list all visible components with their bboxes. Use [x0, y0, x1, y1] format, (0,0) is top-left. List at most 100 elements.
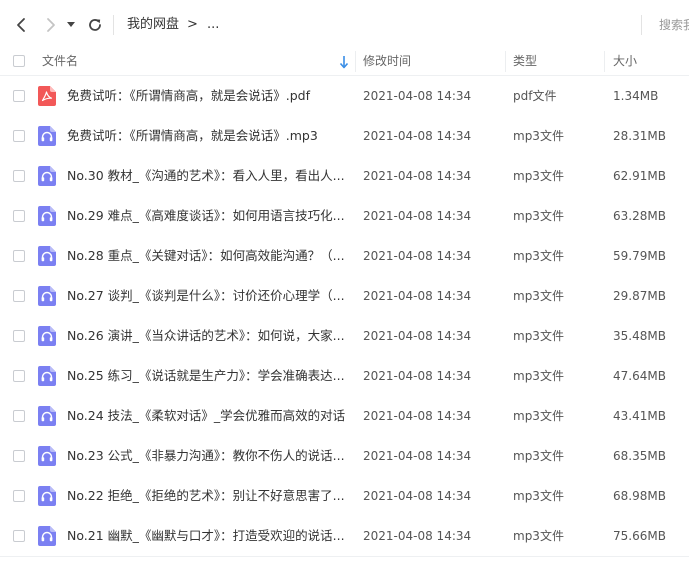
row-checkbox[interactable]: [13, 450, 25, 462]
file-size: 28.31MB: [613, 129, 666, 143]
file-type: mp3文件: [513, 129, 564, 143]
chevron-right-icon: [47, 18, 55, 32]
file-row[interactable]: No.22 拒绝_《拒绝的艺术》：别让不好意思害了... 2021-04-08 1…: [0, 476, 689, 516]
file-name[interactable]: No.23 公式_《非暴力沟通》：教你不伤人的说话...: [67, 436, 345, 476]
audio-icon: [38, 486, 56, 506]
caret-down-icon: [67, 22, 75, 27]
row-checkbox[interactable]: [13, 370, 25, 382]
file-row[interactable]: No.29 难点_《高难度谈话》：如何用语言技巧化... 2021-04-08 1…: [0, 196, 689, 236]
file-row[interactable]: No.21 幽默_《幽默与口才》：打造受欢迎的说话... 2021-04-08 1…: [0, 516, 689, 556]
chevron-left-icon: [17, 18, 25, 32]
column-header-type[interactable]: 类型: [513, 48, 537, 75]
file-row[interactable]: No.27 谈判_《谈判是什么》：讨价还价心理学（... 2021-04-08 1…: [0, 276, 689, 316]
file-type: mp3文件: [513, 529, 564, 543]
file-row[interactable]: 免费试听：《所谓情商高，就是会说话》.mp3 2021-04-08 14:34 mp…: [0, 116, 689, 156]
row-checkbox[interactable]: [13, 210, 25, 222]
file-type: mp3文件: [513, 289, 564, 303]
pdf-icon: [38, 86, 56, 106]
audio-icon: [38, 526, 56, 546]
file-name[interactable]: No.24 技法_《柔软对话》_学会优雅而高效的对话...: [67, 396, 345, 436]
file-modified-time: 2021-04-08 14:34: [363, 289, 472, 303]
file-type: mp3文件: [513, 449, 564, 463]
row-checkbox[interactable]: [13, 170, 25, 182]
file-type: mp3文件: [513, 249, 564, 263]
file-modified-time: 2021-04-08 14:34: [363, 449, 472, 463]
file-size: 68.98MB: [613, 489, 666, 503]
row-checkbox[interactable]: [13, 530, 25, 542]
audio-icon: [38, 246, 56, 266]
file-name[interactable]: No.22 拒绝_《拒绝的艺术》：别让不好意思害了...: [67, 476, 345, 516]
sort-arrow-down-icon[interactable]: [339, 55, 349, 69]
column-header-name[interactable]: 文件名: [42, 48, 78, 75]
toolbar: 我的网盘 > ... 搜索我: [0, 0, 689, 50]
row-checkbox[interactable]: [13, 410, 25, 422]
row-checkbox[interactable]: [13, 250, 25, 262]
file-name[interactable]: No.21 幽默_《幽默与口才》：打造受欢迎的说话...: [67, 516, 345, 556]
file-row[interactable]: No.30 教材_《沟通的艺术》：看入人里，看出人... 2021-04-08 1…: [0, 156, 689, 196]
audio-icon: [38, 286, 56, 306]
refresh-icon: [89, 19, 101, 31]
back-button[interactable]: [10, 13, 32, 37]
refresh-button[interactable]: [84, 13, 106, 37]
audio-icon: [38, 166, 56, 186]
search-divider: [641, 15, 642, 35]
file-modified-time: 2021-04-08 14:34: [363, 209, 472, 223]
audio-icon: [38, 206, 56, 226]
file-modified-time: 2021-04-08 14:34: [363, 129, 472, 143]
row-checkbox[interactable]: [13, 130, 25, 142]
row-checkbox[interactable]: [13, 330, 25, 342]
file-size: 75.66MB: [613, 529, 666, 543]
file-row[interactable]: No.28 重点_《关键对话》：如何高效能沟通？（... 2021-04-08 1…: [0, 236, 689, 276]
breadcrumb-separator: >: [187, 17, 198, 32]
file-modified-time: 2021-04-08 14:34: [363, 249, 472, 263]
file-name[interactable]: No.29 难点_《高难度谈话》：如何用语言技巧化...: [67, 196, 345, 236]
file-type: pdf文件: [513, 89, 557, 103]
column-header-modified[interactable]: 修改时间: [363, 48, 411, 75]
search-input[interactable]: 搜索我: [659, 16, 689, 33]
file-modified-time: 2021-04-08 14:34: [363, 329, 472, 343]
row-checkbox[interactable]: [13, 490, 25, 502]
file-type: mp3文件: [513, 169, 564, 183]
file-size: 68.35MB: [613, 449, 666, 463]
file-name[interactable]: No.26 演讲_《当众讲话的艺术》：如何说，大家...: [67, 316, 345, 356]
file-row[interactable]: No.25 练习_《说话就是生产力》：学会准确表达... 2021-04-08 1…: [0, 356, 689, 396]
file-size: 35.48MB: [613, 329, 666, 343]
history-dropdown-button[interactable]: [64, 13, 78, 37]
row-checkbox[interactable]: [13, 290, 25, 302]
file-type: mp3文件: [513, 209, 564, 223]
file-modified-time: 2021-04-08 14:34: [363, 169, 472, 183]
select-all-checkbox[interactable]: [13, 55, 25, 67]
list-bottom-border: [0, 556, 689, 557]
file-size: 1.34MB: [613, 89, 659, 103]
file-name[interactable]: No.25 练习_《说话就是生产力》：学会准确表达...: [67, 356, 345, 396]
file-row[interactable]: 免费试听：《所谓情商高，就是会说话》.pdf 2021-04-08 14:34 pd…: [0, 76, 689, 116]
file-size: 29.87MB: [613, 289, 666, 303]
file-name[interactable]: 免费试听：《所谓情商高，就是会说话》.mp3: [67, 116, 345, 156]
audio-icon: [38, 406, 56, 426]
file-size: 43.41MB: [613, 409, 666, 423]
column-divider[interactable]: [604, 51, 605, 72]
audio-icon: [38, 326, 56, 346]
file-row[interactable]: No.26 演讲_《当众讲话的艺术》：如何说，大家... 2021-04-08 1…: [0, 316, 689, 356]
file-type: mp3文件: [513, 489, 564, 503]
breadcrumb-more[interactable]: ...: [207, 15, 219, 35]
column-divider[interactable]: [355, 51, 356, 72]
column-header-size[interactable]: 大小: [613, 48, 637, 75]
file-name[interactable]: 免费试听：《所谓情商高，就是会说话》.pdf: [67, 76, 345, 116]
file-size: 59.79MB: [613, 249, 666, 263]
row-checkbox[interactable]: [13, 90, 25, 102]
breadcrumb-root[interactable]: 我的网盘: [127, 15, 179, 35]
file-name[interactable]: No.28 重点_《关键对话》：如何高效能沟通？（...: [67, 236, 345, 276]
file-row[interactable]: No.24 技法_《柔软对话》_学会优雅而高效的对话... 2021-04-08 …: [0, 396, 689, 436]
file-modified-time: 2021-04-08 14:34: [363, 369, 472, 383]
file-modified-time: 2021-04-08 14:34: [363, 489, 472, 503]
file-name[interactable]: No.30 教材_《沟通的艺术》：看入人里，看出人...: [67, 156, 345, 196]
file-name[interactable]: No.27 谈判_《谈判是什么》：讨价还价心理学（...: [67, 276, 345, 316]
file-row[interactable]: No.23 公式_《非暴力沟通》：教你不伤人的说话... 2021-04-08 1…: [0, 436, 689, 476]
audio-icon: [38, 126, 56, 146]
column-divider[interactable]: [505, 51, 506, 72]
file-modified-time: 2021-04-08 14:34: [363, 89, 472, 103]
file-modified-time: 2021-04-08 14:34: [363, 529, 472, 543]
forward-button[interactable]: [40, 13, 62, 37]
file-size: 47.64MB: [613, 369, 666, 383]
